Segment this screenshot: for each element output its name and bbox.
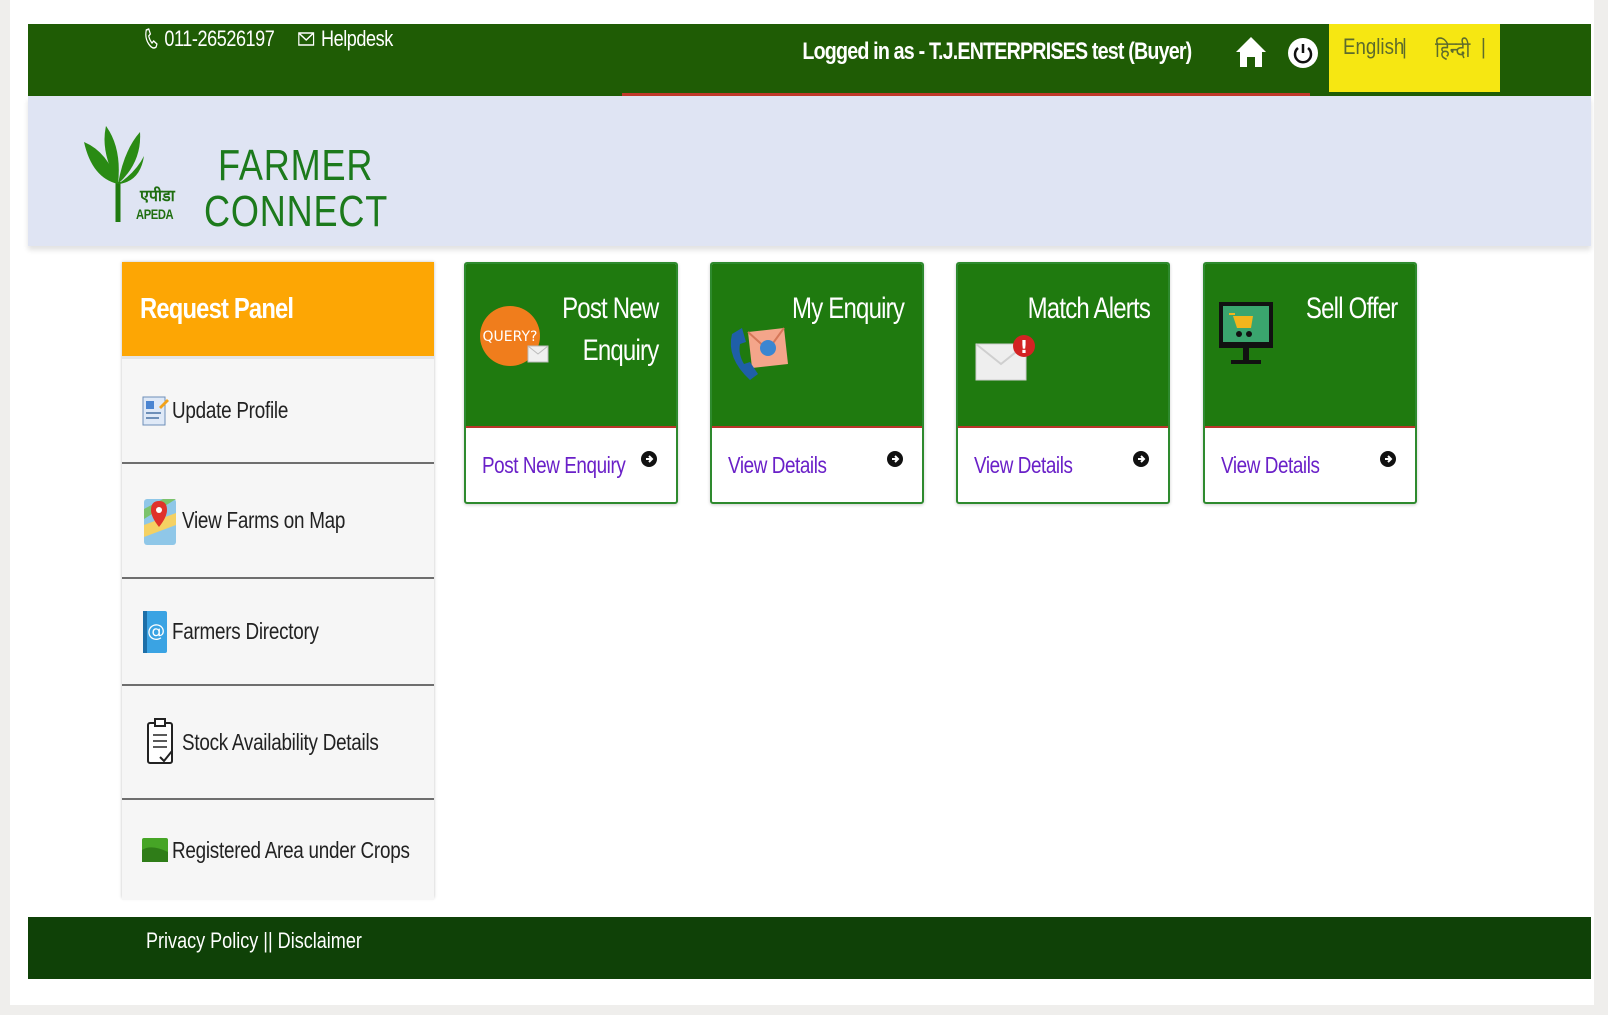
request-panel: Request Panel Update Profile View Farms … [122, 262, 434, 900]
lang-english[interactable]: English [1343, 34, 1404, 60]
power-icon [1293, 44, 1313, 64]
language-switcher: English | हिन्दी | [1329, 24, 1500, 92]
sidebar-item-registered-area-under-crops[interactable]: Registered Area under Crops [122, 800, 434, 900]
home-icon[interactable] [1234, 34, 1268, 70]
card-link[interactable]: View Details [1221, 452, 1320, 479]
card-title: My Enquiry [791, 292, 905, 325]
lang-separator: | [1481, 34, 1486, 59]
card-match-alerts[interactable]: Match Alerts ! View Details [956, 262, 1170, 504]
footer-separator: || [258, 928, 278, 953]
phone-icon [145, 28, 158, 49]
sidebar-item-label: Update Profile [172, 397, 289, 423]
phone-contact[interactable]: 011-26526197 [143, 24, 275, 54]
sidebar-item-view-farms-on-map[interactable]: View Farms on Map [122, 464, 434, 579]
sidebar-item-label: Stock Availability Details [182, 728, 379, 755]
top-bar: 011-26526197 Helpdesk Logged in as - T.J… [28, 24, 1591, 96]
footer-links: Privacy Policy || Disclaimer [146, 928, 362, 954]
sidebar-item-label: Registered Area under Crops [172, 836, 410, 863]
card-divider [1205, 426, 1415, 428]
helpdesk-label: Helpdesk [320, 26, 393, 51]
arrow-circle-right-icon[interactable] [1379, 450, 1397, 468]
privacy-policy-link[interactable]: Privacy Policy [146, 928, 258, 953]
site-header: एपीडा APEDA FARMER CONNECT [28, 96, 1591, 246]
brand-title-line1: FARMER [218, 141, 374, 190]
card-link[interactable]: View Details [974, 452, 1073, 479]
logo-apeda-text: APEDA [136, 206, 174, 222]
sidebar-item-update-profile[interactable]: Update Profile [122, 359, 434, 464]
page: 011-26526197 Helpdesk Logged in as - T.J… [10, 0, 1594, 1005]
logout-button[interactable] [1288, 38, 1318, 68]
site-footer: Privacy Policy || Disclaimer [28, 917, 1591, 979]
helpdesk-link[interactable]: Helpdesk [298, 24, 393, 54]
request-panel-title: Request Panel [122, 262, 434, 359]
request-panel-title-text: Request Panel [140, 292, 294, 325]
mail-icon [298, 32, 315, 46]
query-icon: QUERY? [480, 306, 549, 366]
disclaimer-link[interactable]: Disclaimer [278, 928, 362, 953]
card-divider [466, 426, 676, 428]
arrow-circle-right-icon[interactable] [640, 450, 658, 468]
phone-number: 011-26526197 [164, 26, 275, 51]
svg-text:!: ! [1020, 337, 1028, 358]
monitor-cart-icon [1219, 302, 1273, 364]
card-post-new-enquiry[interactable]: Post New Enquiry QUERY? Post New Enquiry [464, 262, 678, 504]
directory-icon: @ [140, 610, 170, 653]
card-link[interactable]: View Details [728, 452, 827, 479]
sidebar-item-farmers-directory[interactable]: @ Farmers Directory [122, 579, 434, 686]
crop-area-icon [140, 830, 170, 870]
card-link[interactable]: Post New Enquiry [482, 452, 626, 479]
brand-title-line2: CONNECT [204, 187, 389, 236]
alert-mail-icon: ! [975, 335, 1035, 381]
arrow-circle-right-icon[interactable] [1132, 450, 1150, 468]
lang-separator: | [1402, 34, 1407, 59]
profile-icon [140, 391, 170, 431]
card-title: Sell Offer [1305, 292, 1397, 325]
phone-mail-icon [730, 327, 788, 380]
card-my-enquiry[interactable]: My Enquiry View Details [710, 262, 924, 504]
logged-in-user: Logged in as - T.J.ENTERPRISES test (Buy… [801, 38, 1192, 65]
clipboard-icon [140, 718, 180, 764]
map-icon [140, 498, 180, 545]
card-divider [712, 426, 922, 428]
card-sell-offer[interactable]: Sell Offer View Details [1203, 262, 1417, 504]
sidebar-item-stock-availability[interactable]: Stock Availability Details [122, 686, 434, 800]
arrow-circle-right-icon[interactable] [886, 450, 904, 468]
card-title: Post New Enquiry [561, 292, 659, 367]
query-icon-text: QUERY? [483, 329, 538, 345]
logo-hindi-text: एपीडा [140, 188, 175, 205]
card-divider [958, 426, 1168, 428]
sidebar-item-label: Farmers Directory [172, 618, 319, 644]
svg-text:@: @ [147, 621, 165, 642]
sidebar-item-label: View Farms on Map [182, 507, 346, 533]
lang-hindi[interactable]: हिन्दी [1435, 34, 1470, 64]
